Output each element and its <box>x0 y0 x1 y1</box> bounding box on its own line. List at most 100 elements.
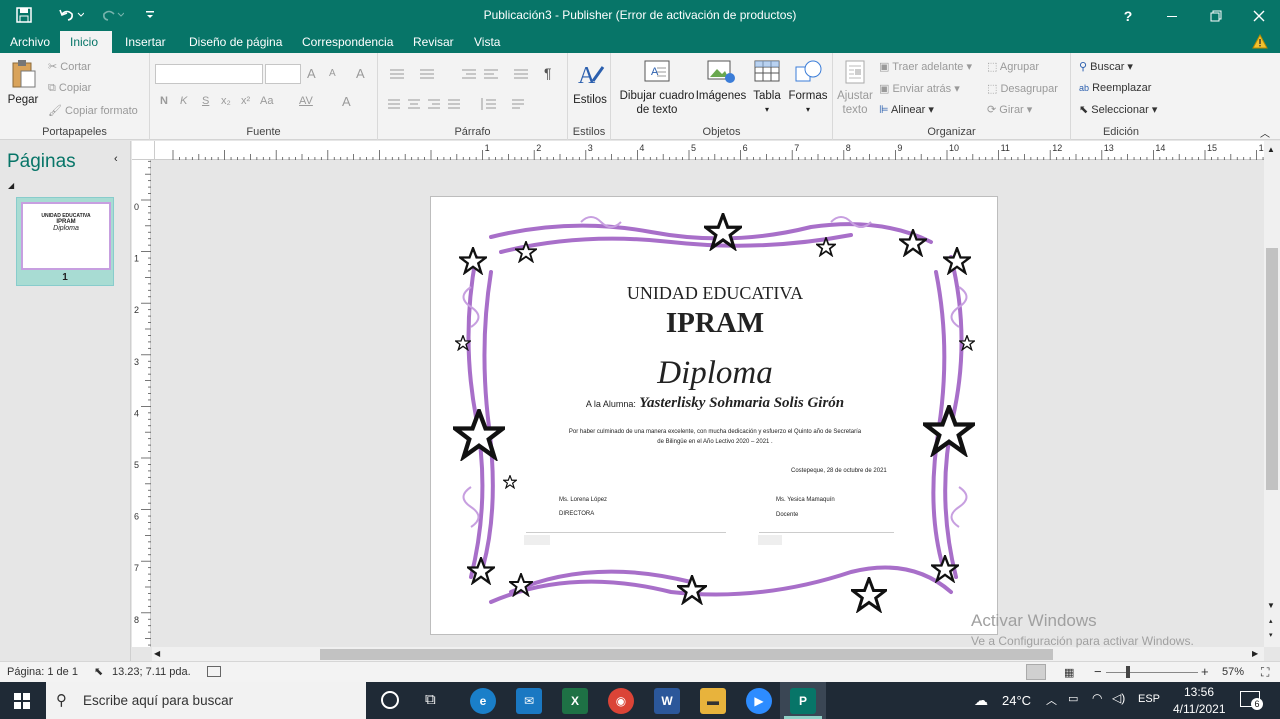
wrap-text-button[interactable]: Ajustar texto <box>835 59 875 117</box>
tab-vista[interactable]: Vista <box>464 31 510 53</box>
scroll-left-icon[interactable]: ◀ <box>154 649 160 658</box>
publisher-taskbar-button[interactable]: P <box>780 682 826 719</box>
zoom-slider-thumb[interactable] <box>1126 666 1130 678</box>
prev-page-icon[interactable]: ▴ <box>1269 617 1273 625</box>
shrink-font-button[interactable]: A <box>329 68 336 79</box>
notifications-icon[interactable]: 6 <box>1240 691 1263 710</box>
tab-archivo[interactable]: Archivo <box>0 31 60 53</box>
format-painter-button[interactable]: 🖌 Copiar formato <box>48 104 138 117</box>
next-page-icon[interactable]: ▾ <box>1269 631 1273 639</box>
volume-icon[interactable]: ◁) <box>1112 691 1125 705</box>
tab-diseno-de-pagina[interactable]: Diseño de página <box>179 31 292 53</box>
restore-button[interactable] <box>1194 0 1238 31</box>
zoom-slider-track[interactable] <box>1106 672 1198 673</box>
send-backward-button[interactable]: ▣ Enviar atrás ▾ <box>879 82 960 95</box>
ruler-label: 1 <box>134 254 139 264</box>
fit-page-icon[interactable]: ⛶ <box>1261 665 1269 680</box>
draw-textbox-label: Dibujar cuadro <box>619 90 695 102</box>
collapse-ribbon-icon[interactable]: ︿ <box>1260 125 1270 140</box>
minimize-button[interactable] <box>1150 0 1194 31</box>
excel-icon[interactable]: X <box>562 688 588 714</box>
character-spacing-button[interactable]: AV <box>299 95 313 107</box>
copy-label: Copiar <box>58 82 92 94</box>
font-color-button[interactable]: A <box>342 94 351 109</box>
zoom-level[interactable]: 57% <box>1222 666 1244 678</box>
table-button[interactable]: Tabla ▾ <box>749 59 785 117</box>
language-indicator[interactable]: ESP <box>1138 693 1160 705</box>
wifi-icon[interactable]: ◠ <box>1092 691 1102 705</box>
horizontal-ruler[interactable]: 12345678910111213141516 <box>155 141 1269 160</box>
weather-icon[interactable]: ☁ <box>974 692 988 709</box>
images-button[interactable]: Imágenes <box>695 59 747 103</box>
replace-button[interactable]: ab Reemplazar <box>1079 82 1151 94</box>
cortana-icon[interactable] <box>381 691 399 709</box>
horizontal-scroll-thumb[interactable] <box>320 649 1053 660</box>
scroll-down-icon[interactable]: ▼ <box>1267 601 1275 610</box>
scroll-right-icon[interactable]: ▶ <box>1252 649 1258 658</box>
ungroup-button[interactable]: ⬚ Desagrupar <box>987 82 1058 95</box>
paste-button[interactable]: Pegar <box>6 59 40 107</box>
file-explorer-icon[interactable]: ▬ <box>700 688 726 714</box>
horizontal-scrollbar[interactable]: ◀ ▶ <box>152 647 1264 662</box>
font-name-combo[interactable] <box>155 64 263 84</box>
vertical-ruler[interactable]: 0 1 2 3 4 5 6 7 8 <box>132 160 151 647</box>
vertical-scroll-thumb[interactable] <box>1266 248 1278 490</box>
zoom-in-button[interactable]: + <box>1201 664 1209 679</box>
select-button[interactable]: ⬉ Seleccionar ▾ <box>1079 103 1157 116</box>
bring-forward-button[interactable]: ▣ Traer adelante ▾ <box>879 60 972 73</box>
cert-place-date: Costepeque, 28 de octubre de 2021 <box>791 468 887 474</box>
show-formatting-button[interactable]: ¶ <box>544 65 552 81</box>
group-label-portapapeles: Portapapeles <box>42 126 107 138</box>
tab-insertar[interactable]: Insertar <box>115 31 176 53</box>
scroll-up-icon[interactable]: ▲ <box>1267 145 1275 154</box>
grow-font-button[interactable]: A <box>307 66 316 81</box>
taskbar-search-box[interactable]: ⚲ Escribe aquí para buscar <box>46 682 366 719</box>
copy-button[interactable]: ⧉ Copiar <box>48 82 91 95</box>
subscript-button[interactable]: x₂ <box>221 95 231 107</box>
help-button[interactable]: ? <box>1106 0 1150 31</box>
two-page-view-icon[interactable]: ▦ <box>1064 666 1074 679</box>
bold-button[interactable]: N <box>160 95 168 107</box>
battery-icon[interactable]: ▭ <box>1068 692 1078 705</box>
draw-textbox-button[interactable]: A Dibujar cuadro de texto <box>615 59 699 117</box>
superscript-button[interactable]: x² <box>241 95 250 107</box>
single-page-view-button[interactable] <box>1026 664 1046 680</box>
underline-button[interactable]: S <box>202 95 209 107</box>
close-button[interactable] <box>1237 0 1280 31</box>
warning-icon[interactable] <box>1252 33 1268 52</box>
zoom-app-icon[interactable]: ▶ <box>746 688 772 714</box>
publication-page[interactable]: UNIDAD EDUCATIVA IPRAM Diploma A la Alum… <box>430 196 998 635</box>
rotate-button[interactable]: ⟳ Girar ▾ <box>987 103 1032 116</box>
find-button[interactable]: ⚲ Buscar ▾ <box>1079 60 1133 73</box>
chrome-icon[interactable]: ◉ <box>608 688 634 714</box>
clear-format-button[interactable]: A <box>356 66 365 81</box>
mail-icon[interactable]: ✉ <box>516 688 542 714</box>
windows-start-icon[interactable] <box>14 693 30 712</box>
word-icon[interactable]: W <box>654 688 680 714</box>
change-case-button[interactable]: Aa <box>260 95 273 107</box>
styles-button[interactable]: A Estilos <box>571 59 609 107</box>
cursor-icon: ⬉ <box>1079 104 1089 116</box>
weather-temperature[interactable]: 24°C <box>1002 693 1031 708</box>
zoom-out-button[interactable]: − <box>1094 664 1102 679</box>
vertical-scrollbar[interactable]: ▲ ▼ ▴ ▾ <box>1264 141 1280 647</box>
clock-time[interactable]: 13:56 <box>1184 685 1214 699</box>
italic-button[interactable]: K <box>180 95 187 107</box>
tab-inicio[interactable]: Inicio <box>60 31 112 53</box>
page-thumbnail[interactable]: UNIDAD EDUCATIVA IPRAM Diploma 1 <box>16 197 114 286</box>
clock-date[interactable]: 4/11/2021 <box>1173 702 1226 716</box>
shapes-button[interactable]: Formas ▾ <box>786 59 830 117</box>
ruler-label: 4 <box>134 408 139 418</box>
align-button[interactable]: ⊫ Alinear ▾ <box>879 103 934 116</box>
cut-button[interactable]: ✂ Cortar <box>48 60 91 73</box>
tab-correspondencia[interactable]: Correspondencia <box>292 31 403 53</box>
task-view-icon[interactable]: ⧉ <box>425 691 436 708</box>
paragraph-tools-icon[interactable] <box>386 67 546 127</box>
group-objects-button[interactable]: ⬚ Agrupar <box>987 60 1039 73</box>
edge-icon[interactable]: e <box>470 688 496 714</box>
show-hidden-icons[interactable]: ︿ <box>1046 692 1057 708</box>
tab-revisar[interactable]: Revisar <box>403 31 464 53</box>
font-size-combo[interactable] <box>265 64 301 84</box>
collapse-pane-icon[interactable]: ‹ <box>114 153 118 165</box>
styles-label: Estilos <box>573 94 607 106</box>
